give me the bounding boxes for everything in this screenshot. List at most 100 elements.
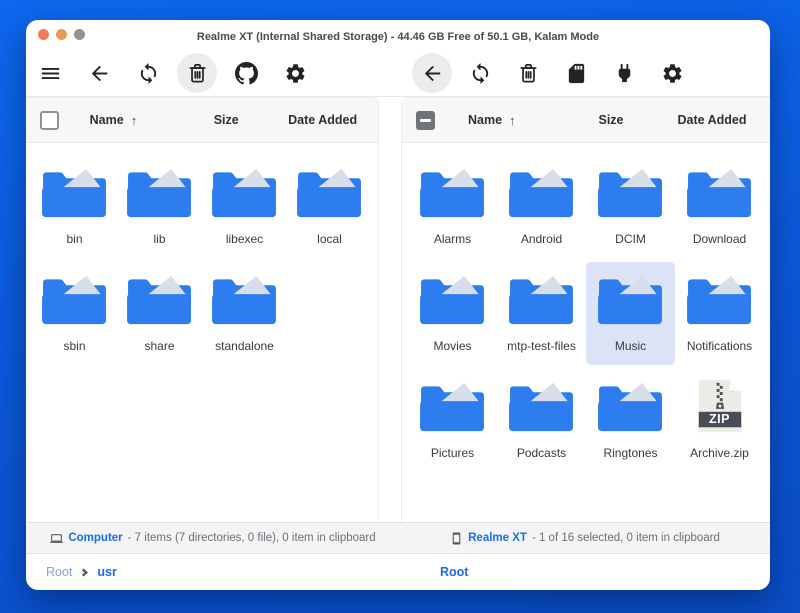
file-item-label: mtp-test-files (507, 339, 576, 353)
local-date-column-header[interactable]: Date Added (267, 113, 378, 127)
toolbar (26, 50, 770, 97)
file-item-label: Ringtones (603, 446, 657, 460)
title-bar: Realme XT (Internal Shared Storage) - 44… (26, 20, 770, 50)
close-window-button[interactable] (38, 29, 49, 40)
file-item-android[interactable]: Android (497, 155, 586, 258)
file-item-libexec[interactable]: libexec (202, 155, 287, 258)
file-item-alarms[interactable]: Alarms (408, 155, 497, 258)
sort-ascending-icon: ↑ (131, 113, 138, 128)
file-item-label: local (317, 232, 342, 246)
file-item-notifications[interactable]: Notifications (675, 262, 764, 365)
folder-icon (207, 164, 282, 221)
local-select-all-checkbox[interactable] (40, 111, 59, 130)
folder-icon (37, 271, 112, 328)
file-item-lib[interactable]: lib (117, 155, 202, 258)
file-item-local[interactable]: local (287, 155, 372, 258)
github-icon (235, 62, 258, 85)
local-name-column-header[interactable]: Name ↑ (90, 113, 185, 128)
arrow-back-icon (421, 62, 444, 85)
local-refresh-button[interactable] (128, 53, 168, 93)
device-breadcrumb-root[interactable]: Root (440, 565, 468, 579)
folder-icon (415, 271, 490, 328)
toolbar-device (404, 53, 770, 93)
folder-icon (593, 164, 668, 221)
device-delete-button[interactable] (508, 53, 548, 93)
device-file-grid: Alarms Android DCIM Download Movies mtp-… (402, 143, 770, 472)
local-breadcrumb-current[interactable]: usr (97, 565, 116, 579)
menu-icon (39, 62, 62, 85)
status-bar: Computer - 7 items (7 directories, 0 fil… (26, 522, 770, 554)
file-item-sbin[interactable]: sbin (32, 262, 117, 365)
file-item-label: bin (66, 232, 82, 246)
pane-divider (379, 97, 401, 522)
local-settings-button[interactable] (275, 53, 315, 93)
local-status-text: - 7 items (7 directories, 0 file), 0 ite… (128, 532, 376, 544)
folder-icon (593, 378, 668, 435)
folder-icon (682, 164, 757, 221)
file-item-podcasts[interactable]: Podcasts (497, 369, 586, 472)
file-item-label: Movies (433, 339, 471, 353)
file-item-share[interactable]: share (117, 262, 202, 365)
storage-select-button[interactable] (556, 53, 596, 93)
file-item-label: standalone (215, 339, 274, 353)
toolbar-local (26, 53, 404, 93)
file-item-download[interactable]: Download (675, 155, 764, 258)
file-item-pictures[interactable]: Pictures (408, 369, 497, 472)
device-name-column-header[interactable]: Name ↑ (468, 113, 568, 128)
folder-icon (415, 164, 490, 221)
breadcrumb-bar: Root usr Root (26, 554, 770, 590)
device-select-all-checkbox[interactable] (416, 111, 435, 130)
device-back-button[interactable] (412, 53, 452, 93)
file-item-label: Archive.zip (690, 446, 749, 460)
file-item-label: share (144, 339, 174, 353)
trash-icon (517, 62, 540, 85)
gear-icon (284, 62, 307, 85)
file-item-mtp-test-files[interactable]: mtp-test-files (497, 262, 586, 365)
file-item-archive-zip[interactable]: ZIP Archive.zip (675, 369, 764, 472)
local-size-column-header[interactable]: Size (185, 113, 267, 127)
window-title: Realme XT (Internal Shared Storage) - 44… (197, 27, 599, 43)
device-breadcrumb: Root (420, 565, 468, 579)
device-size-column-header[interactable]: Size (568, 113, 654, 127)
device-pane-header: Name ↑ Size Date Added (402, 98, 770, 143)
file-item-label: Download (693, 232, 746, 246)
file-item-dcim[interactable]: DCIM (586, 155, 675, 258)
file-item-ringtones[interactable]: Ringtones (586, 369, 675, 472)
device-pane: Name ↑ Size Date Added Alarms Android DC… (401, 97, 770, 522)
menu-button[interactable] (30, 53, 70, 93)
file-item-bin[interactable]: bin (32, 155, 117, 258)
local-breadcrumb-root[interactable]: Root (46, 565, 72, 579)
minimize-window-button[interactable] (56, 29, 67, 40)
sort-ascending-icon: ↑ (509, 113, 516, 128)
disconnect-device-button[interactable] (604, 53, 644, 93)
arrow-back-icon (88, 62, 111, 85)
sd-card-icon (565, 62, 588, 85)
laptop-icon (50, 532, 63, 545)
file-item-label: Alarms (434, 232, 471, 246)
device-status: Realme XT - 1 of 16 selected, 0 item in … (400, 532, 770, 545)
local-delete-button[interactable] (177, 53, 217, 93)
folder-icon (682, 271, 757, 328)
github-button[interactable] (226, 53, 266, 93)
refresh-icon (469, 62, 492, 85)
folder-icon (504, 271, 579, 328)
file-item-standalone[interactable]: standalone (202, 262, 287, 365)
gear-icon (661, 62, 684, 85)
local-pane-header: Name ↑ Size Date Added (26, 98, 378, 143)
file-item-label: DCIM (615, 232, 646, 246)
device-settings-button[interactable] (652, 53, 692, 93)
file-item-label: lib (153, 232, 165, 246)
trash-icon (186, 62, 209, 85)
file-item-label: Podcasts (517, 446, 566, 460)
file-item-movies[interactable]: Movies (408, 262, 497, 365)
device-name: Realme XT (468, 532, 527, 544)
file-item-label: Android (521, 232, 562, 246)
breadcrumb-chevron-icon (80, 568, 89, 577)
file-item-music[interactable]: Music (586, 262, 675, 365)
device-refresh-button[interactable] (460, 53, 500, 93)
maximize-window-button[interactable] (74, 29, 85, 40)
device-date-column-header[interactable]: Date Added (654, 113, 770, 127)
file-item-label: Pictures (431, 446, 474, 460)
file-item-label: libexec (226, 232, 263, 246)
local-back-button[interactable] (79, 53, 119, 93)
